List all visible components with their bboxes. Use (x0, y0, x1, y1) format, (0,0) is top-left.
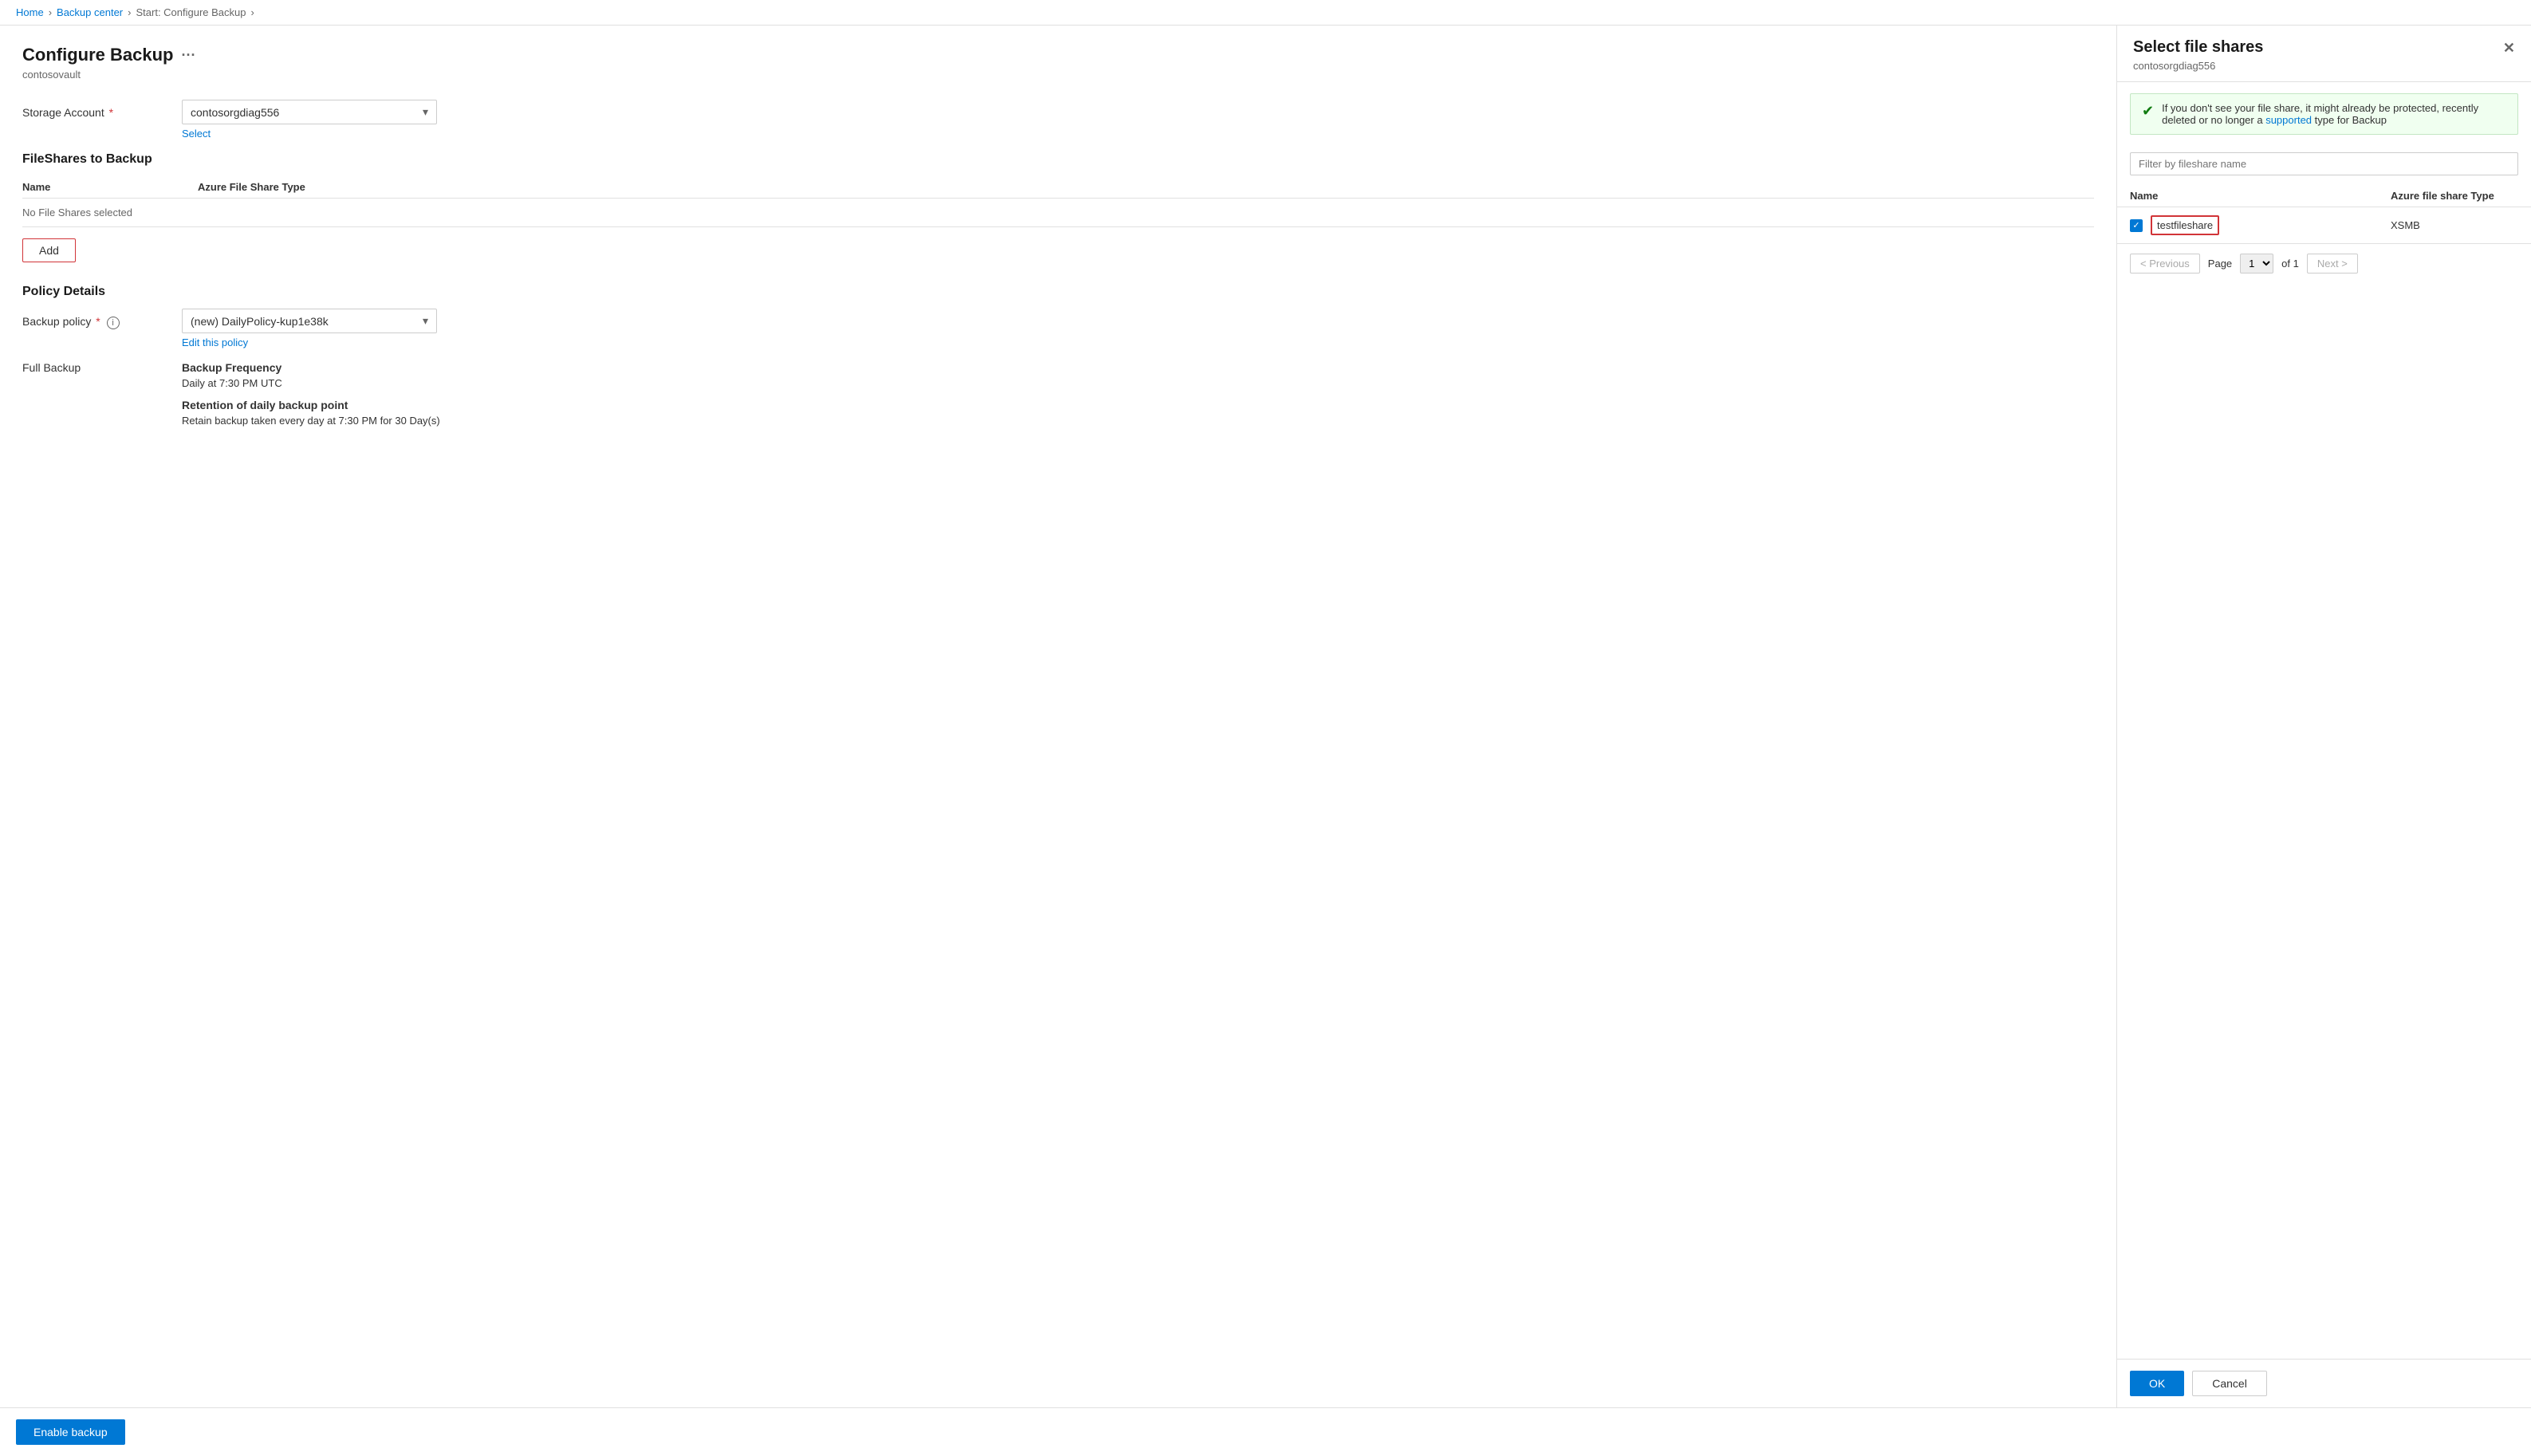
frequency-title: Backup Frequency (182, 361, 2094, 374)
file-type: XSMB (2391, 219, 2518, 231)
frequency-value: Daily at 7:30 PM UTC (182, 377, 2094, 389)
full-backup-label: Full Backup (22, 361, 182, 374)
retention-value: Retain backup taken every day at 7:30 PM… (182, 415, 2094, 427)
no-fileshares-message: No File Shares selected (22, 199, 2094, 227)
close-icon[interactable]: ✕ (2503, 41, 2515, 55)
check-icon: ✔ (2142, 103, 2154, 120)
of-label: of 1 (2281, 258, 2299, 270)
side-panel-footer: OK Cancel (2117, 1359, 2531, 1407)
side-panel-content: ✔ If you don't see your file share, it m… (2117, 82, 2531, 1359)
previous-button[interactable]: < Previous (2130, 254, 2200, 273)
storage-account-row: Storage Account * contosorgdiag556 ▾ Sel… (22, 100, 2094, 140)
pagination: < Previous Page 1 of 1 Next > (2117, 244, 2531, 283)
enable-backup-button[interactable]: Enable backup (16, 1419, 125, 1445)
checkbox-checked[interactable] (2130, 219, 2143, 232)
more-options-icon[interactable]: ··· (181, 47, 195, 64)
side-panel-subtitle: contosorgdiag556 (2133, 60, 2515, 72)
page-title: Configure Backup ··· (22, 45, 2094, 65)
left-panel: Configure Backup ··· contosovault Storag… (0, 26, 2116, 1407)
cancel-button[interactable]: Cancel (2192, 1371, 2267, 1396)
retention-title: Retention of daily backup point (182, 399, 2094, 411)
ok-button[interactable]: OK (2130, 1371, 2184, 1396)
supported-link[interactable]: supported (2265, 114, 2312, 126)
fileshares-table-header: Name Azure File Share Type (22, 176, 2094, 199)
edit-policy-link[interactable]: Edit this policy (182, 336, 248, 348)
side-panel-title: Select file shares (2133, 38, 2263, 57)
chevron-down-icon: ▾ (423, 105, 428, 119)
fileshares-section-title: FileShares to Backup (22, 152, 2094, 167)
page-subtitle: contosovault (22, 69, 2094, 81)
next-button[interactable]: Next > (2307, 254, 2358, 273)
table-row[interactable]: testfileshare XSMB (2117, 207, 2531, 244)
side-panel-header: Select file shares ✕ contosorgdiag556 (2117, 26, 2531, 82)
full-backup-row: Full Backup Backup Frequency Daily at 7:… (22, 361, 2094, 427)
filter-input[interactable] (2130, 152, 2518, 175)
info-icon: i (107, 317, 120, 329)
page-select[interactable]: 1 (2240, 254, 2273, 273)
breadcrumb-backup-center[interactable]: Backup center (57, 6, 123, 18)
col-type-header: Azure File Share Type (198, 181, 2094, 193)
select-link[interactable]: Select (182, 128, 211, 140)
breadcrumb: Home › Backup center › Start: Configure … (0, 0, 2531, 26)
chevron-down-icon: ▾ (423, 314, 428, 328)
breadcrumb-home[interactable]: Home (16, 6, 44, 18)
storage-account-label: Storage Account * (22, 100, 182, 119)
file-name: testfileshare (2151, 215, 2219, 235)
policy-section: Policy Details Backup policy * i (new) D… (22, 285, 2094, 427)
policy-section-title: Policy Details (22, 285, 2094, 299)
file-col-name-header: Name (2130, 190, 2391, 202)
backup-policy-row: Backup policy * i (new) DailyPolicy-kup1… (22, 309, 2094, 348)
col-name-header: Name (22, 181, 198, 193)
info-banner: ✔ If you don't see your file share, it m… (2130, 93, 2518, 135)
file-col-type-header: Azure file share Type (2391, 190, 2518, 202)
backup-policy-dropdown[interactable]: (new) DailyPolicy-kup1e38k ▾ (182, 309, 437, 333)
bottom-bar: Enable backup (0, 1407, 2531, 1456)
breadcrumb-current: Start: Configure Backup (136, 6, 246, 18)
file-table-header: Name Azure file share Type (2117, 185, 2531, 207)
storage-account-dropdown[interactable]: contosorgdiag556 ▾ (182, 100, 437, 124)
add-button[interactable]: Add (22, 238, 76, 262)
side-panel: Select file shares ✕ contosorgdiag556 ✔ … (2116, 26, 2531, 1407)
